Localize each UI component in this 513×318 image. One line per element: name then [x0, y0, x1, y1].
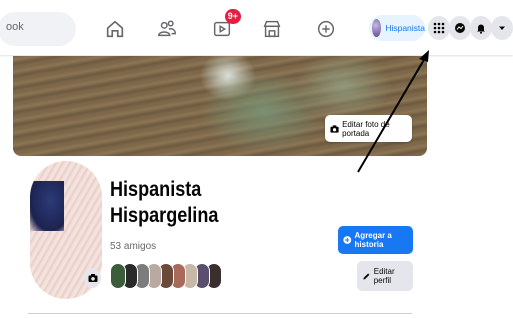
account-button[interactable]	[491, 16, 513, 40]
update-profile-picture-button[interactable]	[84, 268, 101, 288]
facebook-profile-page: ook 9+ Hispanista Editar foto de portada…	[0, 0, 513, 318]
profile-name-line1: Hispanista	[110, 178, 202, 201]
friends-count[interactable]: 53 amigos	[110, 241, 156, 252]
marketplace-icon[interactable]	[255, 12, 289, 46]
add-to-story-label: Agregar a historia	[354, 231, 392, 249]
add-to-story-button[interactable]: Agregar a historia	[338, 226, 413, 254]
caret-down-icon	[499, 26, 505, 30]
camera-icon	[330, 124, 339, 133]
friends-icon[interactable]	[150, 12, 184, 46]
edit-cover-photo-button[interactable]: Editar foto de portada	[325, 115, 412, 142]
home-icon[interactable]	[98, 12, 132, 46]
bell-icon	[477, 24, 485, 34]
menu-button[interactable]	[428, 16, 450, 40]
profile-chip[interactable]: Hispanista	[369, 15, 425, 41]
search-text: ook	[6, 21, 24, 33]
profile-name-line2: Hispargelina	[110, 204, 219, 227]
notification-badge: 9+	[224, 9, 241, 24]
messenger-icon	[455, 23, 465, 33]
top-navigation-bar: ook 9+ Hispanista	[0, 0, 513, 55]
camera-icon	[88, 274, 97, 282]
edit-cover-label: Editar foto de portada	[342, 119, 390, 138]
edit-profile-label: Editar perfil	[373, 267, 395, 285]
pencil-icon	[363, 272, 370, 280]
edit-profile-button[interactable]: Editar perfil	[357, 261, 413, 291]
notifications-button[interactable]	[470, 16, 492, 40]
avatar	[372, 19, 382, 37]
friend-avatar[interactable]	[110, 263, 126, 289]
search-input[interactable]: ook	[0, 12, 76, 46]
divider	[28, 313, 412, 314]
grid-menu-icon	[433, 22, 445, 34]
profile-picture-shadow	[30, 181, 64, 231]
profile-chip-name: Hispanista	[385, 23, 425, 33]
plus-circle-icon	[343, 236, 352, 244]
friend-avatars	[110, 263, 222, 289]
video-icon[interactable]: 9+	[205, 9, 241, 46]
profile-name: Hispanista Hispargelina	[110, 177, 218, 229]
gaming-icon[interactable]	[309, 12, 343, 46]
messenger-button[interactable]	[449, 16, 471, 40]
